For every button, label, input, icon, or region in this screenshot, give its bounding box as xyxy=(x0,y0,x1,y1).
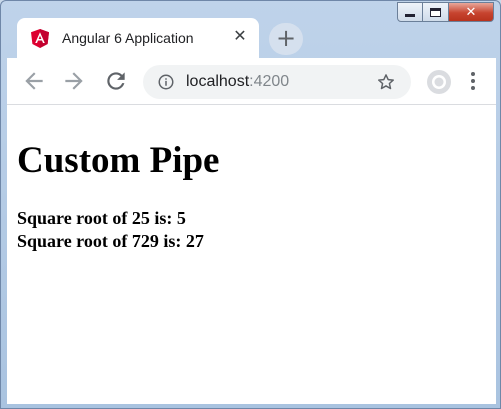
close-icon: ✕ xyxy=(465,4,477,20)
maximize-icon xyxy=(430,7,441,17)
minimize-button[interactable] xyxy=(397,2,423,22)
reload-icon[interactable] xyxy=(103,68,129,94)
avatar-icon[interactable] xyxy=(426,69,452,95)
maximize-button[interactable] xyxy=(423,2,449,22)
page-title: Custom Pipe xyxy=(17,140,220,181)
star-icon[interactable] xyxy=(376,72,396,92)
address-bar[interactable]: localhost:4200 xyxy=(143,65,411,99)
url-host: localhost xyxy=(186,73,250,90)
browser-window: ✕ Angular 6 Application ✕ + localhost:42… xyxy=(0,0,501,409)
arrow-left-icon[interactable] xyxy=(21,68,47,94)
window-controls: ✕ xyxy=(397,2,494,22)
angular-logo-icon xyxy=(31,29,49,48)
arrow-right-icon[interactable] xyxy=(61,68,87,94)
tab-title: Angular 6 Application xyxy=(62,30,194,46)
close-window-button[interactable]: ✕ xyxy=(449,2,494,22)
info-icon[interactable] xyxy=(157,73,175,91)
result-line-2: Square root of 729 is: 27 xyxy=(17,231,204,251)
result-line-1: Square root of 25 is: 5 xyxy=(17,208,186,228)
browser-tab[interactable]: Angular 6 Application ✕ xyxy=(17,18,259,58)
new-tab-button[interactable]: + xyxy=(269,23,303,55)
url-port: :4200 xyxy=(249,73,290,90)
minimize-icon xyxy=(405,13,415,17)
browser-toolbar: localhost:4200 xyxy=(7,58,496,105)
kebab-menu-icon[interactable] xyxy=(470,71,476,91)
tab-close-icon[interactable]: ✕ xyxy=(232,28,248,44)
url-text: localhost:4200 xyxy=(186,73,289,91)
page-viewport: Custom Pipe Square root of 25 is: 5 Squa… xyxy=(7,105,496,404)
